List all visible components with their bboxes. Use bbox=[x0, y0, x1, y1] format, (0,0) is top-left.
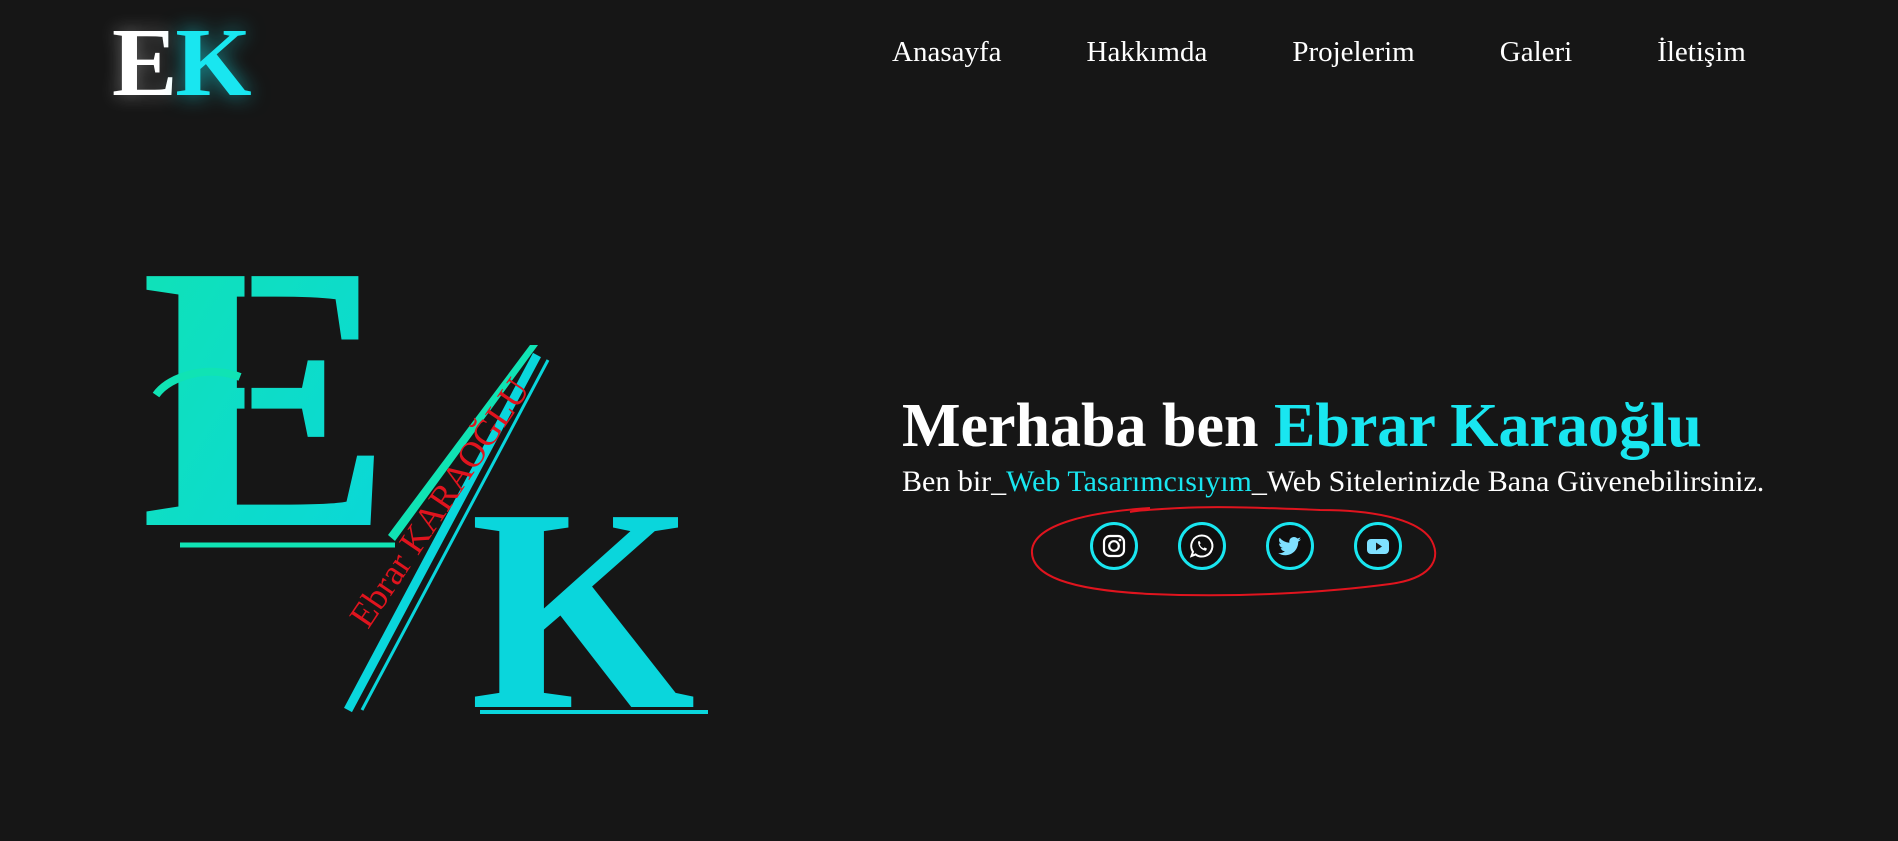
logo-letter-e: E bbox=[140, 215, 393, 608]
brand-letter-k: K bbox=[175, 9, 251, 117]
whatsapp-icon bbox=[1189, 534, 1214, 558]
hero-section: Merhaba ben Ebrar Karaoğlu Ben bir_Web T… bbox=[902, 395, 1764, 499]
youtube-icon bbox=[1367, 539, 1389, 554]
nav-projelerim[interactable]: Projelerim bbox=[1292, 36, 1414, 69]
nav-galeri[interactable]: Galeri bbox=[1500, 36, 1572, 69]
hero-name: Ebrar Karaoğlu bbox=[1274, 392, 1702, 460]
main-nav: Anasayfa Hakkımda Projelerim Galeri İlet… bbox=[892, 36, 1746, 69]
brand-logo[interactable]: EK bbox=[112, 14, 252, 112]
hero-role: Web Tasarımcısıyım bbox=[1006, 465, 1252, 498]
twitter-link[interactable] bbox=[1266, 522, 1314, 570]
brand-letter-e: E bbox=[112, 9, 177, 117]
hero-greeting: Merhaba ben bbox=[902, 392, 1274, 460]
hero-subtitle: Ben bir_Web Tasarımcısıyım_Web Sitelerin… bbox=[902, 465, 1764, 499]
logo-letter-k: K bbox=[470, 449, 697, 725]
social-links bbox=[1090, 522, 1402, 570]
hero-intro-after: _Web Sitelerinizde Bana Güvenebilirsiniz… bbox=[1251, 465, 1765, 498]
hero-title: Merhaba ben Ebrar Karaoğlu bbox=[902, 395, 1764, 457]
youtube-link[interactable] bbox=[1354, 522, 1402, 570]
page: EK Anasayfa Hakkımda Projelerim Galeri İ… bbox=[0, 0, 1898, 841]
instagram-link[interactable] bbox=[1090, 522, 1138, 570]
nav-hakkimda[interactable]: Hakkımda bbox=[1087, 36, 1208, 69]
whatsapp-link[interactable] bbox=[1178, 522, 1226, 570]
ek-monogram-logo: E K Ebrar KARAOĞLU bbox=[140, 215, 708, 725]
twitter-icon bbox=[1278, 537, 1301, 556]
nav-iletisim[interactable]: İletişim bbox=[1657, 36, 1746, 69]
nav-anasayfa[interactable]: Anasayfa bbox=[892, 36, 1002, 69]
instagram-icon bbox=[1102, 534, 1126, 558]
hero-intro-before: Ben bir_ bbox=[902, 465, 1007, 498]
